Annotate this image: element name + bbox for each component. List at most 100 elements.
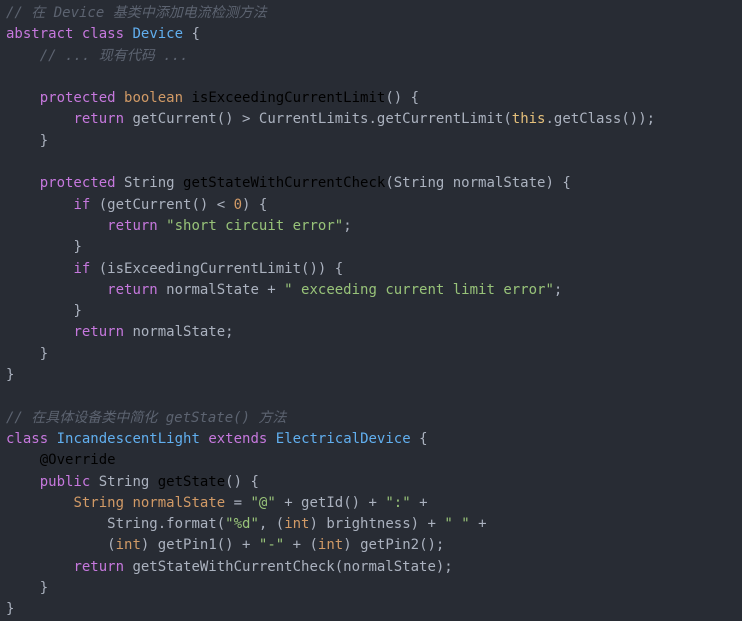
token-type: boolean [124,90,184,107]
token-plain: { [410,430,428,447]
token-plain: CurrentLimits.getCurrentLimit( [250,111,512,128]
code-line: } [0,301,742,322]
token-keyword: extends [208,430,268,447]
token-plain: ) getPin2(); [343,537,445,554]
token-plain: ) brightness) + [309,516,445,533]
token-string: ":" [385,494,411,511]
code-line: if (isExceedingCurrentLimit()) { [0,259,742,280]
token-string: " exceeding current limit error" [284,281,554,298]
token-comment: // 在具体设备类中简化 getState() 方法 [6,409,287,426]
token-plain: } [6,367,15,384]
token-type: int [284,516,310,533]
token-plain: String [115,175,184,192]
code-editor-view[interactable]: // 在 Device 基类中添加电流检测方法 abstract class De… [0,0,742,621]
code-line: } [0,599,742,620]
token-classname: Device [132,26,184,43]
code-line: (int) getPin1() + "-" + (int) getPin2(); [0,535,742,556]
token-string: "short circuit error" [166,217,344,234]
code-line: if (getCurrent() < 0) { [0,195,742,216]
code-line: protected boolean isExceedingCurrentLimi… [0,88,742,109]
code-line: } [0,365,742,386]
token-string: "@" [250,494,276,511]
token-plain: () { [385,90,420,107]
token-keyword: return [73,324,125,341]
token-plain: + getId() + [275,494,386,511]
token-annotation: @Override [39,452,116,469]
token-comment: // 在 Device 基类中添加电流检测方法 [6,5,267,21]
token-keyword: if [73,260,91,277]
code-line: return getCurrent() > CurrentLimits.getC… [0,109,742,130]
token-plain: } [39,345,49,362]
token-function: isExceedingCurrentLimit [191,90,386,107]
token-plain: + [410,494,428,511]
token-plain: ; [553,281,563,298]
token-plain: } [73,303,82,320]
token-type: String [73,494,125,511]
token-plain: normalState + [157,281,285,298]
token-plain: (String normalState) { [385,175,571,192]
code-line: } [0,131,742,152]
code-line: String normalState = "@" + getId() + ":"… [0,493,742,514]
token-plain: () { [225,473,259,490]
token-comment: // ... 现有代码 ... [39,47,189,64]
token-plain: .getClass()); [545,111,656,128]
token-classname: IncandescentLight [56,430,200,447]
token-this: this [511,111,546,128]
token-plain: (getCurrent() < [90,196,234,213]
token-keyword: class [81,26,125,43]
token-plain: , ( [258,516,285,533]
token-keyword: class [6,430,49,447]
code-line: return normalState + " exceeding current… [0,280,742,301]
token-string: " " [444,516,470,533]
token-keyword: if [73,196,91,213]
code-line: String.format("%d", (int) brightness) + … [0,514,742,535]
token-function: getStateWithCurrentCheck [183,175,386,192]
token-plain: + [469,516,487,533]
token-keyword: return [73,558,125,575]
token-keyword: return [107,217,158,234]
token-keyword: protected [39,90,116,107]
code-line: abstract class Device { [0,24,742,45]
token-keyword: public [39,473,91,490]
token-keyword: abstract [6,26,74,43]
token-type: normalState [132,494,226,511]
token-plain: } [39,580,49,597]
code-line: return normalState; [0,322,742,343]
token-plain: String [90,473,158,490]
token-keyword: return [73,111,125,128]
code-line: } [0,344,742,365]
code-line: // 在 Device 基类中添加电流检测方法 [0,3,742,24]
token-plain: } [39,132,49,149]
token-plain: ) { [242,196,268,213]
token-number: 0 [233,196,243,213]
token-plain: getStateWithCurrentCheck(normalState); [124,558,453,575]
token-type: int [115,537,141,554]
token-plain: (isExceedingCurrentLimit()) { [90,260,344,277]
token-plain: = [225,494,251,511]
token-plain: ( [107,537,116,554]
